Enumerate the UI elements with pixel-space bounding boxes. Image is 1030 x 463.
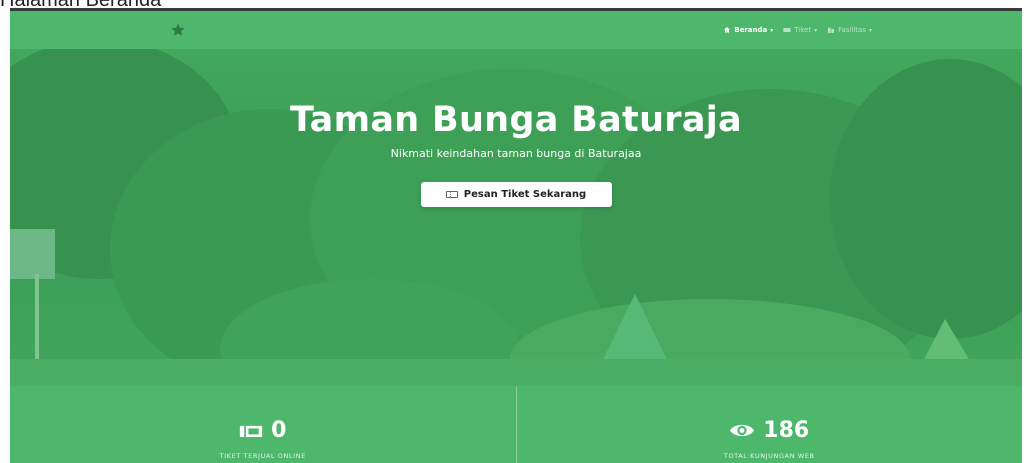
star-icon[interactable]: [170, 22, 186, 38]
ticket-icon: [783, 28, 791, 32]
chevron-down-icon: ▾: [770, 26, 774, 34]
stat-tickets-sold: 0 TIKET TERJUAL ONLINE: [10, 386, 517, 463]
ticket-icon: [445, 191, 458, 198]
building-icon: [828, 27, 835, 33]
hero-title: Taman Bunga Baturaja: [290, 100, 742, 140]
stat-value: 0: [271, 418, 287, 443]
nav-item-label: Fasilitas: [838, 26, 866, 34]
tickets-icon: [239, 423, 263, 439]
nav-menu: Beranda ▾ Tiket ▾ Fasilitas ▾: [723, 26, 872, 34]
order-ticket-button[interactable]: Pesan Tiket Sekarang: [420, 182, 612, 207]
nav-item-label: Beranda: [734, 26, 768, 34]
hero-section: Taman Bunga Baturaja Nikmati keindahan t…: [10, 49, 1022, 386]
nav-item-tiket[interactable]: Tiket ▾: [783, 26, 817, 34]
navbar: Beranda ▾ Tiket ▾ Fasilitas ▾: [10, 11, 1022, 49]
nav-item-label: Tiket: [794, 26, 812, 34]
eye-icon: [729, 422, 755, 439]
stat-label: TOTAL KUNJUNGAN WEB: [723, 452, 815, 460]
hero-subtitle: Nikmati keindahan taman bunga di Baturaj…: [390, 147, 642, 160]
nav-item-beranda[interactable]: Beranda ▾: [723, 26, 773, 34]
home-icon: [724, 27, 731, 33]
stat-web-visits: 186 TOTAL KUNJUNGAN WEB: [517, 386, 1023, 463]
hero-content: Taman Bunga Baturaja Nikmati keindahan t…: [10, 99, 1022, 207]
stat-value: 186: [763, 418, 810, 443]
browser-viewport: Beranda ▾ Tiket ▾ Fasilitas ▾ Taman Bung…: [10, 8, 1022, 463]
order-ticket-label: Pesan Tiket Sekarang: [463, 189, 587, 200]
nav-item-fasilitas[interactable]: Fasilitas ▾: [827, 26, 872, 34]
chevron-down-icon: ▾: [868, 26, 872, 34]
chevron-down-icon: ▾: [814, 26, 818, 34]
stat-label: TIKET TERJUAL ONLINE: [219, 452, 306, 460]
stats-section: 0 TIKET TERJUAL ONLINE 186 TOTAL KUNJUNG…: [10, 386, 1022, 463]
